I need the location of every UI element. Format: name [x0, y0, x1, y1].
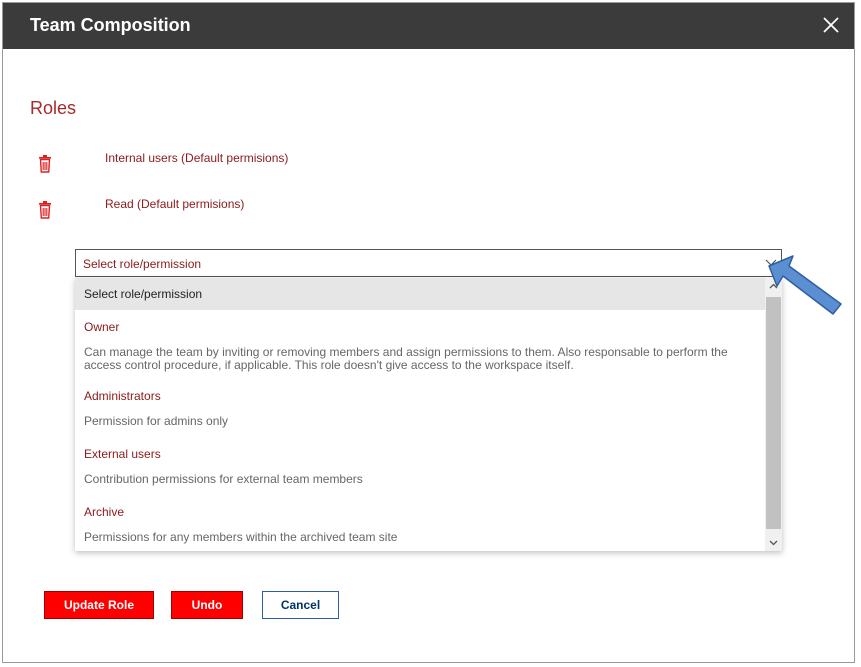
dropdown-option-external-users[interactable]: External users Contribution permissions … [75, 428, 765, 486]
option-description: Can manage the team by inviting or remov… [84, 345, 728, 372]
roles-section-title: Roles [30, 98, 77, 118]
team-composition-dialog: Team Composition Roles Internal users (D… [2, 2, 855, 663]
role-item: Internal users (Default permisions) [38, 151, 538, 177]
close-icon[interactable] [822, 16, 840, 34]
trash-icon[interactable] [38, 201, 52, 219]
dropdown-option-archive[interactable]: Archive Permissions for any members with… [75, 486, 765, 544]
role-dropdown-list: Select role/permission Owner Can manage … [75, 278, 782, 551]
dropdown-option-administrators[interactable]: Administrators Permission for admins onl… [75, 372, 765, 428]
update-role-button[interactable]: Update Role [44, 591, 154, 619]
role-label: Read (Default permisions) [105, 197, 245, 211]
select-value: Select role/permission [83, 257, 202, 271]
role-item: Read (Default permisions) [38, 197, 538, 223]
role-permission-select[interactable]: Select role/permission [75, 249, 782, 277]
cancel-button[interactable]: Cancel [262, 591, 339, 619]
dropdown-option-owner[interactable]: Owner Can manage the team by inviting or… [75, 310, 765, 372]
trash-icon[interactable] [38, 155, 52, 173]
option-description: Contribution permissions for external te… [84, 472, 363, 486]
role-label: Internal users (Default permisions) [105, 151, 289, 165]
dialog-header: Team Composition [3, 3, 854, 49]
scroll-down-icon[interactable] [765, 534, 782, 551]
scrollbar-thumb[interactable] [766, 297, 781, 529]
option-name: Archive [84, 505, 125, 519]
option-name: Administrators [84, 389, 161, 403]
dropdown-option-placeholder[interactable]: Select role/permission [75, 278, 765, 310]
pointer-arrow-icon [768, 255, 842, 315]
option-name: Owner [84, 320, 120, 334]
undo-button[interactable]: Undo [171, 591, 243, 619]
dialog-title: Team Composition [30, 15, 191, 35]
option-description: Permission for admins only [84, 414, 229, 428]
dropdown-options: Select role/permission Owner Can manage … [75, 278, 765, 551]
option-description: Permissions for any members within the a… [84, 530, 398, 544]
option-name: External users [84, 447, 161, 461]
